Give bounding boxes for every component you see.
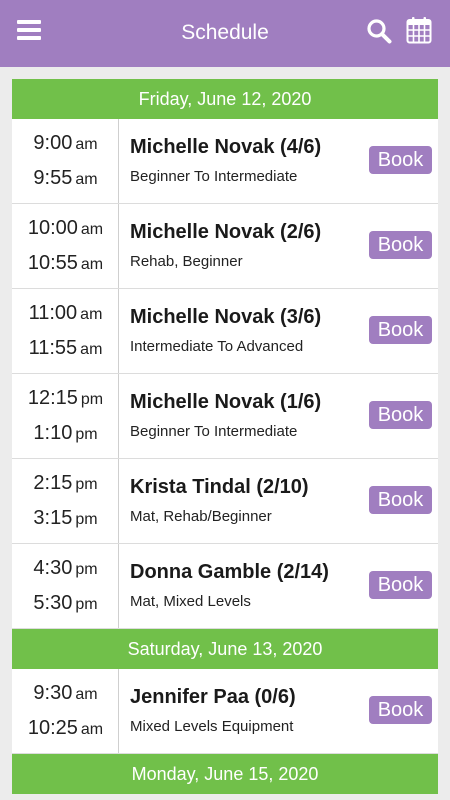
start-time: 9:00 am [33, 132, 98, 154]
start-time: 4:30 pm [33, 557, 98, 579]
book-button[interactable]: Book [369, 696, 432, 724]
class-level: Beginner To Intermediate [130, 168, 298, 185]
start-time: 10:00 am [27, 217, 104, 239]
search-icon[interactable] [366, 18, 392, 44]
instructor-name: Jennifer Paa (0/6) [130, 686, 296, 708]
end-time: 9:55 am [33, 167, 98, 189]
class-time: 11:00 am 11:55 am [12, 289, 119, 373]
end-time: 1:10 pm [33, 422, 98, 444]
app-bar: Schedule [0, 0, 450, 67]
class-level: Mat, Mixed Levels [130, 593, 251, 610]
end-time: 3:15 pm [33, 507, 98, 529]
class-level: Beginner To Intermediate [130, 423, 298, 440]
class-time: 9:30 am 10:25 am [12, 669, 119, 753]
instructor-name: Michelle Novak (3/6) [130, 306, 322, 328]
class-level: Intermediate To Advanced [130, 338, 304, 355]
class-row: 9:30 am 10:25 am Jennifer Paa (0/6) Mixed … [12, 669, 438, 754]
end-time: 11:55 am [28, 337, 103, 359]
class-time: 12:15 pm 1:10 pm [12, 374, 119, 458]
book-button[interactable]: Book [369, 486, 432, 514]
class-time: 9:00 am 9:55 am [12, 119, 119, 203]
book-button[interactable]: Book [369, 571, 432, 599]
instructor-name: Krista Tindal (2/10) [130, 476, 309, 498]
class-row: 11:00 am 11:55 am Michelle Novak (3/6) Int… [12, 289, 438, 374]
class-time: 2:15 pm 3:15 pm [12, 459, 119, 543]
start-time: 9:30 am [33, 682, 98, 704]
end-time: 5:30 pm [33, 592, 98, 614]
schedule-list: Friday, June 12, 2020 9:00 am 9:55 am Mich… [12, 79, 438, 794]
day-header: Monday, June 15, 2020 [12, 754, 438, 794]
class-row: 12:15 pm 1:10 pm Michelle Novak (1/6) Begi… [12, 374, 438, 459]
calendar-icon[interactable] [406, 16, 432, 44]
class-level: Rehab, Beginner [130, 253, 243, 270]
instructor-name: Michelle Novak (1/6) [130, 391, 322, 413]
start-time: 2:15 pm [33, 472, 98, 494]
book-button[interactable]: Book [369, 401, 432, 429]
class-row: 2:15 pm 3:15 pm Krista Tindal (2/10) Mat, … [12, 459, 438, 544]
start-time: 11:00 am [28, 302, 103, 324]
class-time: 10:00 am 10:55 am [12, 204, 119, 288]
start-time: 12:15 pm [27, 387, 104, 409]
class-time: 4:30 pm 5:30 pm [12, 544, 119, 628]
end-time: 10:55 am [27, 252, 104, 274]
instructor-name: Michelle Novak (2/6) [130, 221, 322, 243]
class-level: Mat, Rehab/Beginner [130, 508, 272, 525]
book-button[interactable]: Book [369, 316, 432, 344]
class-row: 10:00 am 10:55 am Michelle Novak (2/6) Reh… [12, 204, 438, 289]
instructor-name: Donna Gamble (2/14) [130, 561, 329, 583]
class-level: Mixed Levels Equipment [130, 718, 294, 735]
class-row: 4:30 pm 5:30 pm Donna Gamble (2/14) Mat, M… [12, 544, 438, 629]
book-button[interactable]: Book [369, 146, 432, 174]
instructor-name: Michelle Novak (4/6) [130, 136, 322, 158]
day-header: Friday, June 12, 2020 [12, 79, 438, 119]
end-time: 10:25 am [27, 717, 104, 739]
class-row: 9:00 am 9:55 am Michelle Novak (4/6) Begin… [12, 119, 438, 204]
day-header: Saturday, June 13, 2020 [12, 629, 438, 669]
book-button[interactable]: Book [369, 231, 432, 259]
